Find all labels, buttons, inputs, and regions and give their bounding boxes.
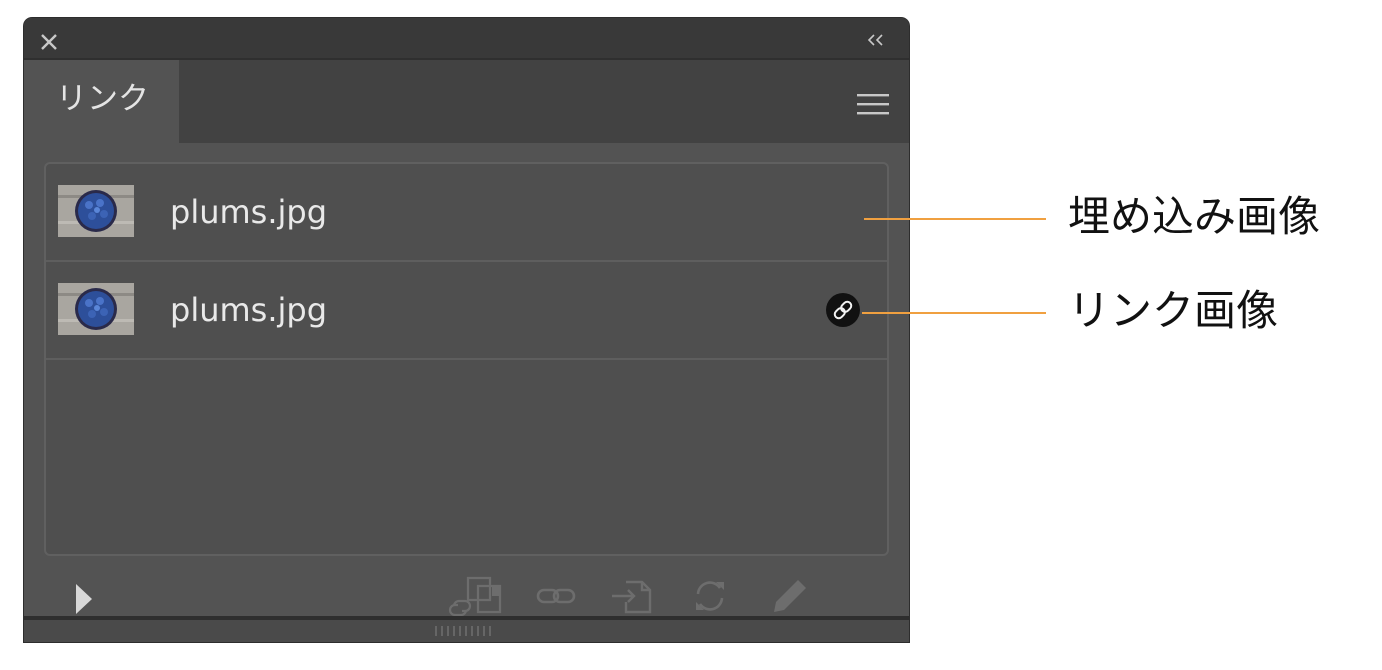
show-link-info-icon[interactable]: [74, 582, 94, 616]
update-link-icon[interactable]: [690, 576, 730, 616]
relink-from-library-icon[interactable]: [446, 576, 506, 616]
go-to-link-icon[interactable]: [610, 576, 654, 616]
file-name: plums.jpg: [170, 291, 328, 329]
close-icon[interactable]: [38, 31, 60, 53]
panel-resize-strip[interactable]: [24, 616, 909, 642]
panel-tabbar: リンク: [24, 58, 909, 143]
links-list: plums.jpg plums.jpg: [44, 162, 889, 556]
plums-thumbnail: [58, 283, 134, 335]
tab-links[interactable]: リンク: [24, 60, 179, 143]
plums-thumbnail: [58, 185, 134, 237]
panel-footer: [24, 566, 909, 618]
callout-line-linked: [862, 312, 1046, 314]
links-panel: リンク plums.jpg plums.jpg: [24, 18, 909, 642]
list-item[interactable]: plums.jpg: [46, 164, 887, 262]
resize-grip-icon[interactable]: [434, 624, 494, 638]
edit-original-icon[interactable]: [770, 576, 810, 616]
file-name: plums.jpg: [170, 193, 328, 231]
collapse-panel-icon[interactable]: [865, 32, 887, 48]
panel-menu-icon[interactable]: [857, 93, 889, 115]
relink-icon[interactable]: [534, 576, 578, 616]
callout-line-embedded: [864, 218, 1046, 220]
list-item[interactable]: plums.jpg: [46, 262, 887, 360]
link-icon: [826, 293, 860, 327]
panel-titlebar: [24, 18, 909, 58]
callout-label-linked: リンク画像: [1068, 286, 1279, 335]
callout-label-embedded: 埋め込み画像: [1068, 192, 1321, 241]
tab-links-label: リンク: [56, 81, 149, 117]
